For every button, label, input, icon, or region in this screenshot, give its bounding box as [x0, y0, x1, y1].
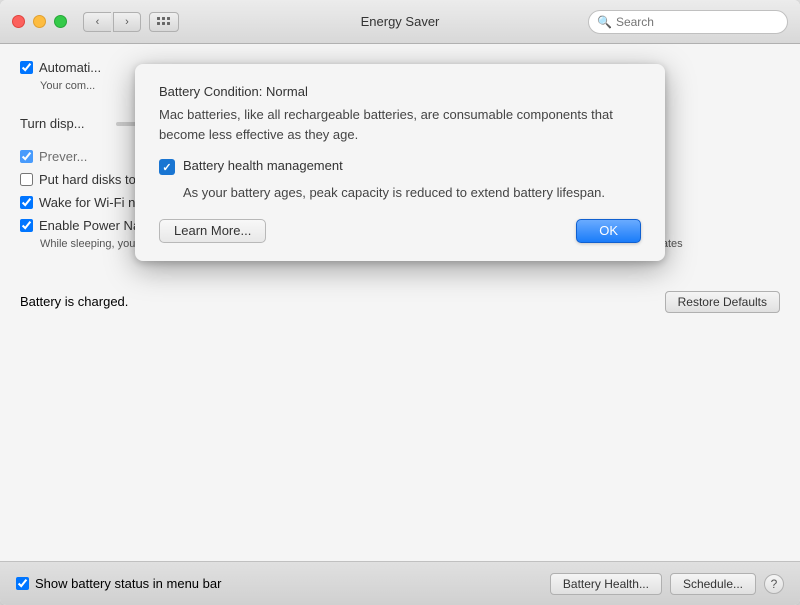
modal-condition-line: Battery Condition: Normal [159, 84, 641, 99]
condition-value-text: Normal [266, 84, 308, 99]
battery-health-button[interactable]: Battery Health... [550, 573, 662, 595]
forward-button[interactable]: › [113, 12, 141, 32]
nav-buttons: ‹ › [83, 12, 141, 32]
search-input[interactable] [616, 15, 779, 29]
modal-buttons: Learn More... OK [159, 219, 641, 243]
back-icon: ‹ [96, 16, 100, 28]
bottom-left: Show battery status in menu bar [16, 576, 221, 591]
grid-button[interactable] [149, 12, 179, 32]
schedule-button[interactable]: Schedule... [670, 573, 756, 595]
modal-description: Mac batteries, like all rechargeable bat… [159, 105, 641, 144]
modal-overlay: Battery Condition: Normal Mac batteries,… [0, 44, 800, 561]
health-management-row: Battery health management [159, 158, 641, 175]
minimize-button[interactable] [33, 15, 46, 28]
condition-label: Battery Condition: [159, 84, 262, 99]
traffic-lights [12, 15, 67, 28]
back-button[interactable]: ‹ [83, 12, 111, 32]
bottom-bar: Show battery status in menu bar Battery … [0, 561, 800, 605]
bottom-right: Battery Health... Schedule... ? [550, 573, 784, 595]
search-bar[interactable]: 🔍 [588, 10, 788, 34]
titlebar: ‹ › Energy Saver 🔍 [0, 0, 800, 44]
search-icon: 🔍 [597, 15, 612, 29]
ok-button[interactable]: OK [576, 219, 641, 243]
learn-more-button[interactable]: Learn More... [159, 219, 266, 243]
health-management-label: Battery health management [183, 158, 343, 173]
window-title: Energy Saver [361, 14, 440, 29]
show-battery-checkbox[interactable] [16, 577, 29, 590]
grid-icon [157, 17, 171, 26]
main-window: ‹ › Energy Saver 🔍 Automati... Your com [0, 0, 800, 605]
show-battery-label: Show battery status in menu bar [35, 576, 221, 591]
forward-icon: › [125, 16, 129, 28]
close-button[interactable] [12, 15, 25, 28]
content-area: Automati... Your com... Turn disp... hrs… [0, 44, 800, 561]
zoom-button[interactable] [54, 15, 67, 28]
health-management-sub: As your battery ages, peak capacity is r… [183, 183, 641, 203]
health-management-checkbox[interactable] [159, 159, 175, 175]
battery-condition-modal: Battery Condition: Normal Mac batteries,… [135, 64, 665, 261]
help-button[interactable]: ? [764, 574, 784, 594]
